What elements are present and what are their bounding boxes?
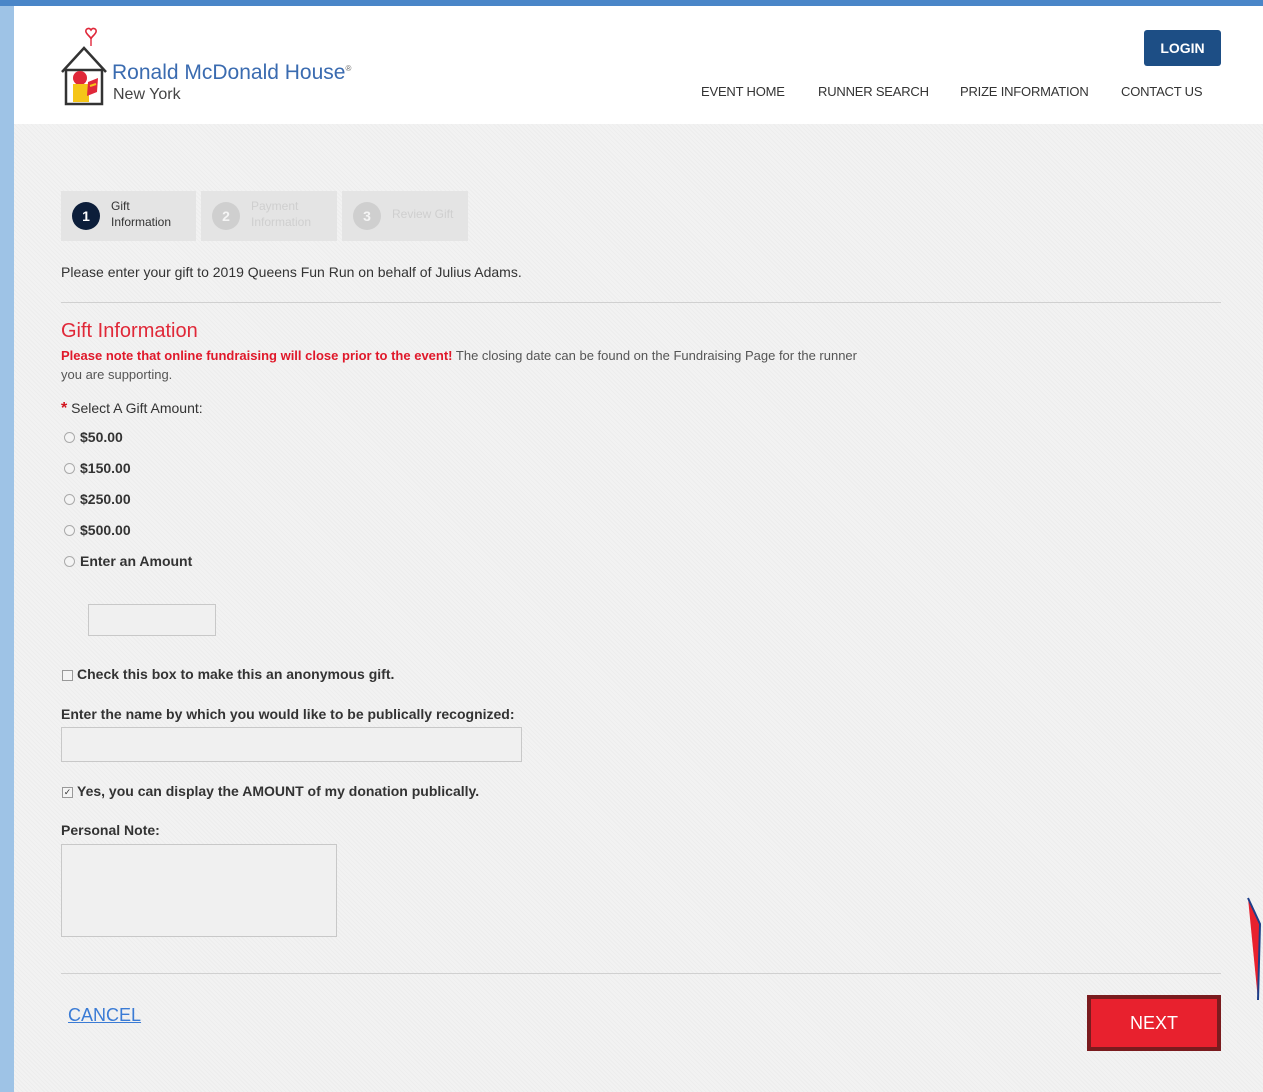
nav-contact-us[interactable]: CONTACT US [1121,84,1203,99]
main-nav: EVENT HOME RUNNER SEARCH PRIZE INFORMATI… [14,84,1263,104]
radio-button[interactable] [64,494,75,505]
login-button[interactable]: LOGIN [1144,30,1221,66]
anonymous-label: Check this box to make this an anonymous… [77,666,395,682]
personal-note-label: Personal Note: [61,822,160,838]
custom-amount-input[interactable] [88,604,216,636]
step-number: 1 [72,202,100,230]
fundraising-notice: Please note that online fundraising will… [61,348,857,382]
brand-name: Ronald McDonald House® [112,61,352,84]
divider [61,302,1221,303]
anonymous-checkbox[interactable] [62,670,73,681]
step-label: Payment Information [251,199,312,229]
recognition-label: Enter the name by which you would like t… [61,706,515,722]
step-payment-information: 2 Payment Information [201,191,337,241]
step-label: Gift Information [111,199,172,229]
display-amount-label: Yes, you can display the AMOUNT of my do… [77,783,480,799]
nav-runner-search[interactable]: RUNNER SEARCH [818,84,929,99]
gift-intro-text: Please enter your gift to 2019 Queens Fu… [61,264,522,280]
radio-button[interactable] [64,432,75,443]
next-button[interactable]: NEXT [1087,995,1221,1051]
step-number: 2 [212,202,240,230]
section-title: Gift Information [61,320,198,342]
display-amount-checkbox[interactable]: ✓ [62,787,73,798]
radio-button[interactable] [64,525,75,536]
nav-event-home[interactable]: EVENT HOME [701,84,785,99]
site-header: Ronald McDonald House® New York LOGIN EV… [14,6,1263,124]
step-label: Review Gift [392,207,454,221]
radio-button[interactable] [64,556,75,567]
gift-amount-label: * Select A Gift Amount: [61,400,203,417]
radio-button[interactable] [64,463,75,474]
step-gift-information: 1 Gift Information [61,191,196,241]
annotation-arrow-icon [1247,897,1262,1001]
step-number: 3 [353,202,381,230]
step-review-gift: 3 Review Gift [342,191,468,241]
nav-prize-information[interactable]: PRIZE INFORMATION [960,84,1089,99]
divider [61,973,1221,974]
donation-page: Ronald McDonald House® New York LOGIN EV… [14,6,1263,1092]
recognition-name-input[interactable] [61,727,522,762]
cancel-link[interactable]: CANCEL [68,1005,141,1026]
personal-note-textarea[interactable] [61,844,337,937]
